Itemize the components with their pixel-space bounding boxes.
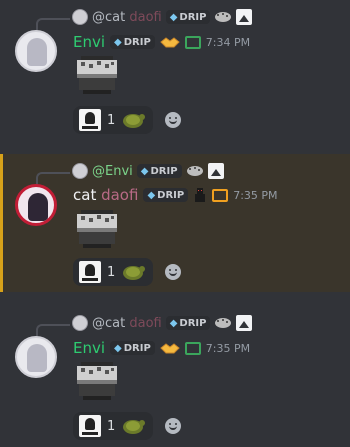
drip-tag: ◆ DRIP (165, 10, 211, 24)
timestamp[interactable]: 7:35 PM (206, 342, 250, 355)
pixel-pot-emoji-small (186, 166, 203, 176)
monitor-icon (184, 341, 201, 355)
gem-icon: ◆ (140, 165, 149, 177)
reply-username[interactable]: @cat daofi (92, 316, 162, 331)
reactions-bar: 1 (73, 258, 187, 286)
image-icon[interactable] (236, 9, 253, 25)
timestamp[interactable]: 7:35 PM (233, 189, 277, 202)
author-name[interactable]: cat daofi (73, 186, 138, 204)
author-name[interactable]: Envi (73, 33, 105, 51)
message-header: Envi ◆ DRIP 7:34 PM (73, 32, 250, 52)
add-reaction-icon (165, 418, 182, 434)
gem-icon: ◆ (169, 317, 178, 329)
avatar[interactable] (15, 184, 57, 226)
reply-preview[interactable]: @cat daofi ◆ DRIP (72, 8, 253, 26)
drip-tag: ◆ DRIP (110, 35, 155, 49)
pixel-pot-emoji-small (215, 318, 232, 328)
reply-avatar[interactable] (72, 163, 88, 179)
image-icon[interactable] (207, 163, 224, 179)
reaction-count: 1 (107, 112, 116, 128)
reply-username[interactable]: @Envi (92, 164, 133, 179)
reaction-count: 1 (107, 264, 116, 280)
pixel-pot-emoji[interactable] (73, 56, 121, 94)
message-header: cat daofi ◆ DRIP 7:35 PM (73, 185, 278, 205)
message-3[interactable]: @cat daofi ◆ DRIP Envi ◆ DRIP 7:35 PM 1 (0, 306, 350, 447)
avatar[interactable] (15, 30, 57, 72)
handshake-emoji (160, 37, 180, 48)
monitor-icon (212, 188, 229, 202)
drip-tag: ◆ DRIP (165, 316, 211, 330)
gem-icon: ◆ (147, 189, 156, 201)
dark-figure-emoji (195, 188, 206, 202)
pixel-pot-emoji-small (215, 12, 232, 22)
drip-tag: ◆ DRIP (136, 164, 182, 178)
manga-image-emoji (79, 109, 101, 131)
author-name[interactable]: Envi (73, 339, 105, 357)
add-reaction-icon (165, 112, 182, 128)
message-header: Envi ◆ DRIP 7:35 PM (73, 338, 250, 358)
turtle-emoji (123, 114, 146, 128)
reaction-count: 1 (107, 418, 116, 434)
gem-icon: ◆ (114, 36, 122, 48)
pixel-pot-emoji[interactable] (73, 362, 121, 400)
gem-icon: ◆ (114, 342, 122, 354)
image-icon[interactable] (236, 315, 253, 331)
reply-preview[interactable]: @Envi ◆ DRIP (72, 162, 224, 180)
add-reaction-icon (165, 264, 182, 280)
reaction-chip[interactable]: 1 (73, 412, 154, 440)
turtle-emoji (123, 420, 146, 434)
pixel-pot-emoji[interactable] (73, 210, 121, 248)
gem-icon: ◆ (169, 11, 178, 23)
timestamp[interactable]: 7:34 PM (206, 36, 250, 49)
message-2[interactable]: @Envi ◆ DRIP cat daofi ◆ DRIP 7:35 PM 1 (0, 154, 350, 292)
reply-preview[interactable]: @cat daofi ◆ DRIP (72, 314, 253, 332)
reaction-chip[interactable]: 1 (73, 258, 154, 286)
reactions-bar: 1 (73, 412, 187, 440)
reaction-chip[interactable]: 1 (73, 106, 154, 134)
add-reaction-button[interactable] (159, 258, 187, 286)
handshake-emoji (160, 343, 180, 354)
reactions-bar: 1 (73, 106, 187, 134)
avatar[interactable] (15, 336, 57, 378)
reply-avatar[interactable] (72, 9, 88, 25)
reply-avatar[interactable] (72, 315, 88, 331)
reply-username[interactable]: @cat daofi (92, 10, 162, 25)
drip-tag: ◆ DRIP (110, 341, 155, 355)
drip-tag: ◆ DRIP (143, 188, 189, 202)
add-reaction-button[interactable] (159, 106, 187, 134)
manga-image-emoji (79, 415, 101, 437)
turtle-emoji (123, 266, 146, 280)
monitor-icon (184, 35, 201, 49)
add-reaction-button[interactable] (159, 412, 187, 440)
manga-image-emoji (79, 261, 101, 283)
message-1[interactable]: @cat daofi ◆ DRIP Envi ◆ DRIP 7:34 PM 1 (0, 0, 350, 150)
